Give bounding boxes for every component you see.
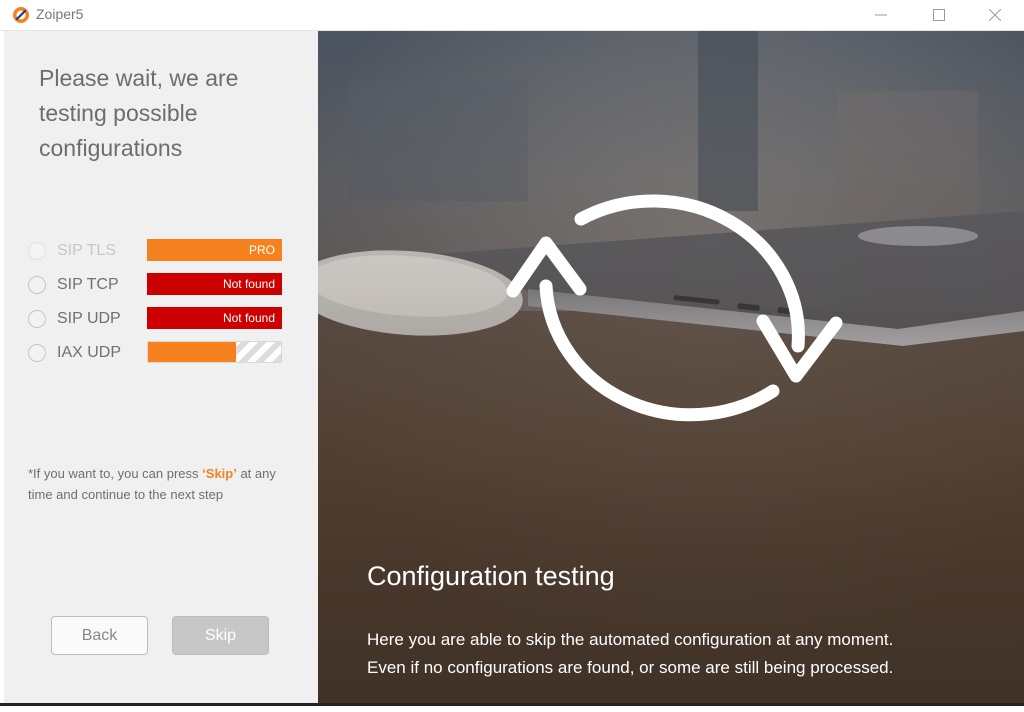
maximize-icon (933, 9, 945, 21)
skip-button[interactable]: Skip (172, 616, 269, 655)
taskbar-edge (0, 703, 1024, 706)
radio-iax-udp[interactable] (28, 344, 46, 362)
background-photo-panel: Configuration testing Here you are able … (318, 31, 1024, 703)
zoiper-logo-icon (13, 7, 29, 23)
maximize-button[interactable] (910, 0, 968, 30)
progress-fill (148, 342, 236, 362)
title-bar: Zoiper5 (0, 0, 1024, 31)
config-testing-panel: Please wait, we are testing possible con… (4, 31, 318, 703)
status-badge-not-found: Not found (147, 273, 282, 295)
refresh-icon (506, 194, 843, 422)
protocol-label: SIP TCP (57, 276, 119, 293)
protocol-row-iax-udp: IAX UDP (4, 341, 318, 367)
protocol-label: IAX UDP (57, 344, 122, 361)
back-button[interactable]: Back (51, 616, 148, 655)
minimize-button[interactable] (852, 0, 910, 30)
radio-sip-tcp[interactable] (28, 276, 46, 294)
status-badge-not-found: Not found (147, 307, 282, 329)
window-bottom-edge (0, 703, 1024, 712)
protocol-row-sip-tcp: SIP TCP Not found (4, 273, 318, 299)
skip-note: *If you want to, you can press ‘Skip’ at… (28, 466, 276, 502)
protocol-label: SIP TLS (57, 242, 116, 259)
page-title: Please wait, we are testing possible con… (39, 65, 239, 161)
protocol-row-sip-udp: SIP UDP Not found (4, 307, 318, 333)
radio-sip-udp[interactable] (28, 310, 46, 328)
protocol-row-sip-tls: SIP TLS PRO (4, 239, 318, 265)
protocol-label: SIP UDP (57, 310, 121, 327)
window-title: Zoiper5 (36, 6, 84, 22)
skip-highlight: ‘Skip’ (202, 466, 237, 481)
progress-bar (147, 341, 282, 363)
section-description: Here you are able to skip the automated … (367, 630, 894, 677)
section-title: Configuration testing (367, 561, 615, 591)
minimize-icon (875, 14, 887, 16)
close-button[interactable] (966, 0, 1024, 30)
radio-sip-tls[interactable] (28, 242, 46, 260)
status-badge-pro: PRO (147, 239, 282, 261)
close-icon (989, 9, 1001, 21)
